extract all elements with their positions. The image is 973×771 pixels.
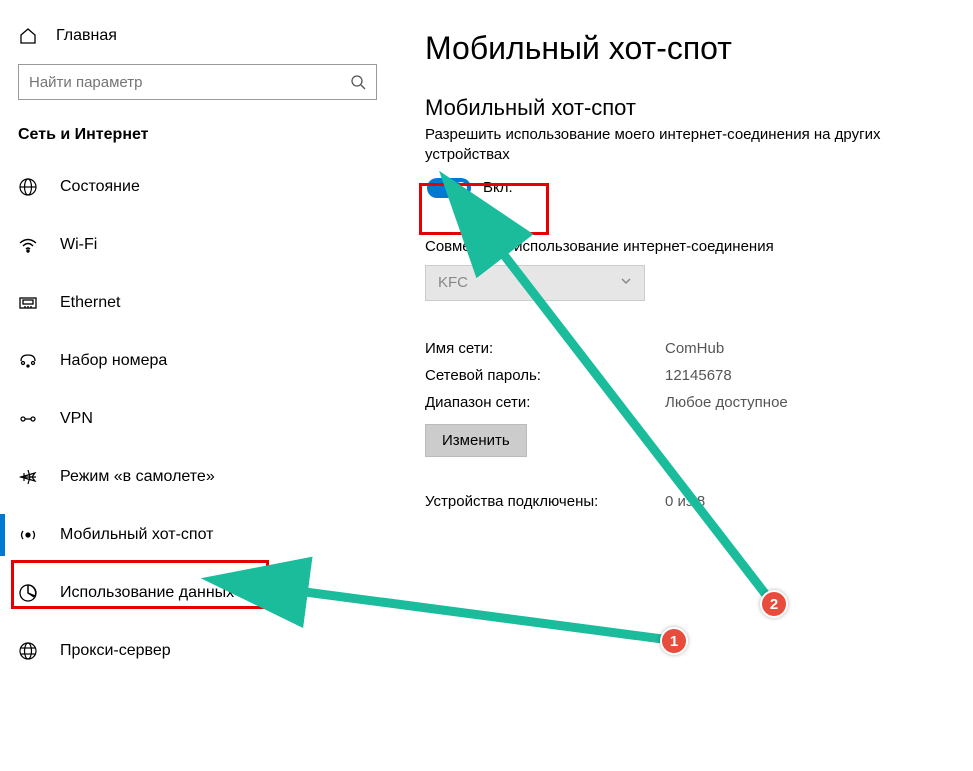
sidebar-category-title: Сеть и Интернет <box>0 118 395 158</box>
wifi-icon <box>18 235 38 255</box>
sidebar-item-label: Состояние <box>60 178 140 196</box>
hotspot-toggle[interactable] <box>427 178 471 198</box>
sidebar-item-label: Ethernet <box>60 294 120 312</box>
sidebar-home[interactable]: Главная <box>0 18 395 64</box>
settings-main: Мобильный хот-спот Мобильный хот-спот Ра… <box>395 0 973 771</box>
settings-sidebar: Главная Сеть и Интернет Состояние <box>0 0 395 771</box>
devices-connected-row: Устройства подключены: 0 из 8 <box>425 493 953 510</box>
section-description: Разрешить использование моего интернет-с… <box>425 125 953 166</box>
section-title: Мобильный хот-спот <box>425 95 953 121</box>
network-password-label: Сетевой пароль: <box>425 367 665 384</box>
devices-connected-value: 0 из 8 <box>665 493 705 510</box>
search-input[interactable] <box>29 74 350 91</box>
network-name-row: Имя сети: ComHub <box>425 335 953 362</box>
sidebar-nav-list: Состояние Wi-Fi Ethernet <box>0 158 395 680</box>
network-name-label: Имя сети: <box>425 340 665 357</box>
sidebar-item-dialup[interactable]: Набор номера <box>0 332 395 390</box>
change-button[interactable]: Изменить <box>425 424 527 457</box>
dialup-icon <box>18 351 38 371</box>
search-icon <box>350 74 366 90</box>
devices-connected-label: Устройства подключены: <box>425 493 665 510</box>
sidebar-item-vpn[interactable]: VPN <box>0 390 395 448</box>
sidebar-item-hotspot[interactable]: Мобильный хот-спот <box>0 506 395 564</box>
sidebar-item-status[interactable]: Состояние <box>0 158 395 216</box>
sidebar-item-label: VPN <box>60 410 93 428</box>
search-input-wrapper[interactable] <box>18 64 377 100</box>
sidebar-home-label: Главная <box>56 27 117 45</box>
sidebar-item-label: Использование данных <box>60 584 234 602</box>
airplane-icon <box>18 467 38 487</box>
network-name-value: ComHub <box>665 340 724 357</box>
sidebar-item-label: Мобильный хот-спот <box>60 526 213 544</box>
proxy-icon <box>18 641 38 661</box>
share-connection-section: Совместное использование интернет-соедин… <box>425 238 953 301</box>
sidebar-item-label: Прокси-сервер <box>60 642 171 660</box>
share-connection-dropdown[interactable]: KFC <box>425 265 645 301</box>
sidebar-item-proxy[interactable]: Прокси-сервер <box>0 622 395 680</box>
page-title: Мобильный хот-спот <box>425 30 953 67</box>
hotspot-icon <box>18 525 38 545</box>
vpn-icon <box>18 409 38 429</box>
sidebar-item-ethernet[interactable]: Ethernet <box>0 274 395 332</box>
datausage-icon <box>18 583 38 603</box>
sidebar-item-airplane[interactable]: Режим «в самолете» <box>0 448 395 506</box>
ethernet-icon <box>18 293 38 313</box>
share-connection-title: Совместное использование интернет-соедин… <box>425 238 953 255</box>
sidebar-item-label: Режим «в самолете» <box>60 468 215 486</box>
sidebar-item-label: Wi-Fi <box>60 236 97 254</box>
hotspot-toggle-row: Вкл. <box>425 174 953 202</box>
network-info-block: Имя сети: ComHub Сетевой пароль: 1214567… <box>425 335 953 457</box>
sidebar-item-datausage[interactable]: Использование данных <box>0 564 395 622</box>
chevron-down-icon <box>620 274 632 291</box>
home-icon <box>18 26 38 46</box>
network-band-value: Любое доступное <box>665 394 788 411</box>
network-band-row: Диапазон сети: Любое доступное <box>425 389 953 416</box>
sidebar-item-wifi[interactable]: Wi-Fi <box>0 216 395 274</box>
globe-icon <box>18 177 38 197</box>
hotspot-toggle-label: Вкл. <box>483 179 513 196</box>
network-password-row: Сетевой пароль: 12145678 <box>425 362 953 389</box>
toggle-knob <box>455 182 467 194</box>
network-password-value: 12145678 <box>665 367 732 384</box>
dropdown-value: KFC <box>438 274 468 291</box>
network-band-label: Диапазон сети: <box>425 394 665 411</box>
sidebar-item-label: Набор номера <box>60 352 167 370</box>
